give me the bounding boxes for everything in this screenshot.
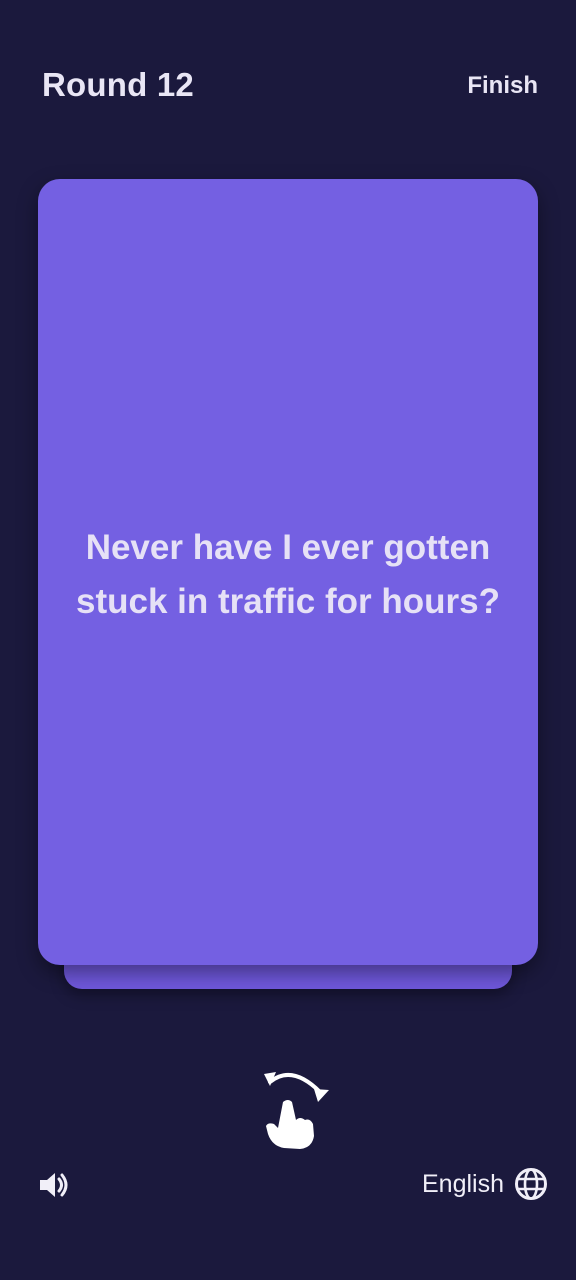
round-title: Round 12 — [42, 66, 194, 103]
language-label: English — [422, 1169, 504, 1198]
globe-icon — [514, 1167, 548, 1201]
question-text: Never have I ever gotten stuck in traffi… — [76, 528, 500, 621]
speaker-icon[interactable] — [38, 1168, 72, 1202]
language-selector[interactable]: English — [422, 1166, 548, 1202]
finish-button[interactable]: Finish — [467, 72, 538, 100]
question-card[interactable]: Never have I ever gotten stuck in traffi… — [38, 179, 538, 965]
game-screen: Round 12 Finish Never have I ever gotten… — [0, 0, 576, 1280]
swipe-hand-icon — [256, 1062, 336, 1152]
